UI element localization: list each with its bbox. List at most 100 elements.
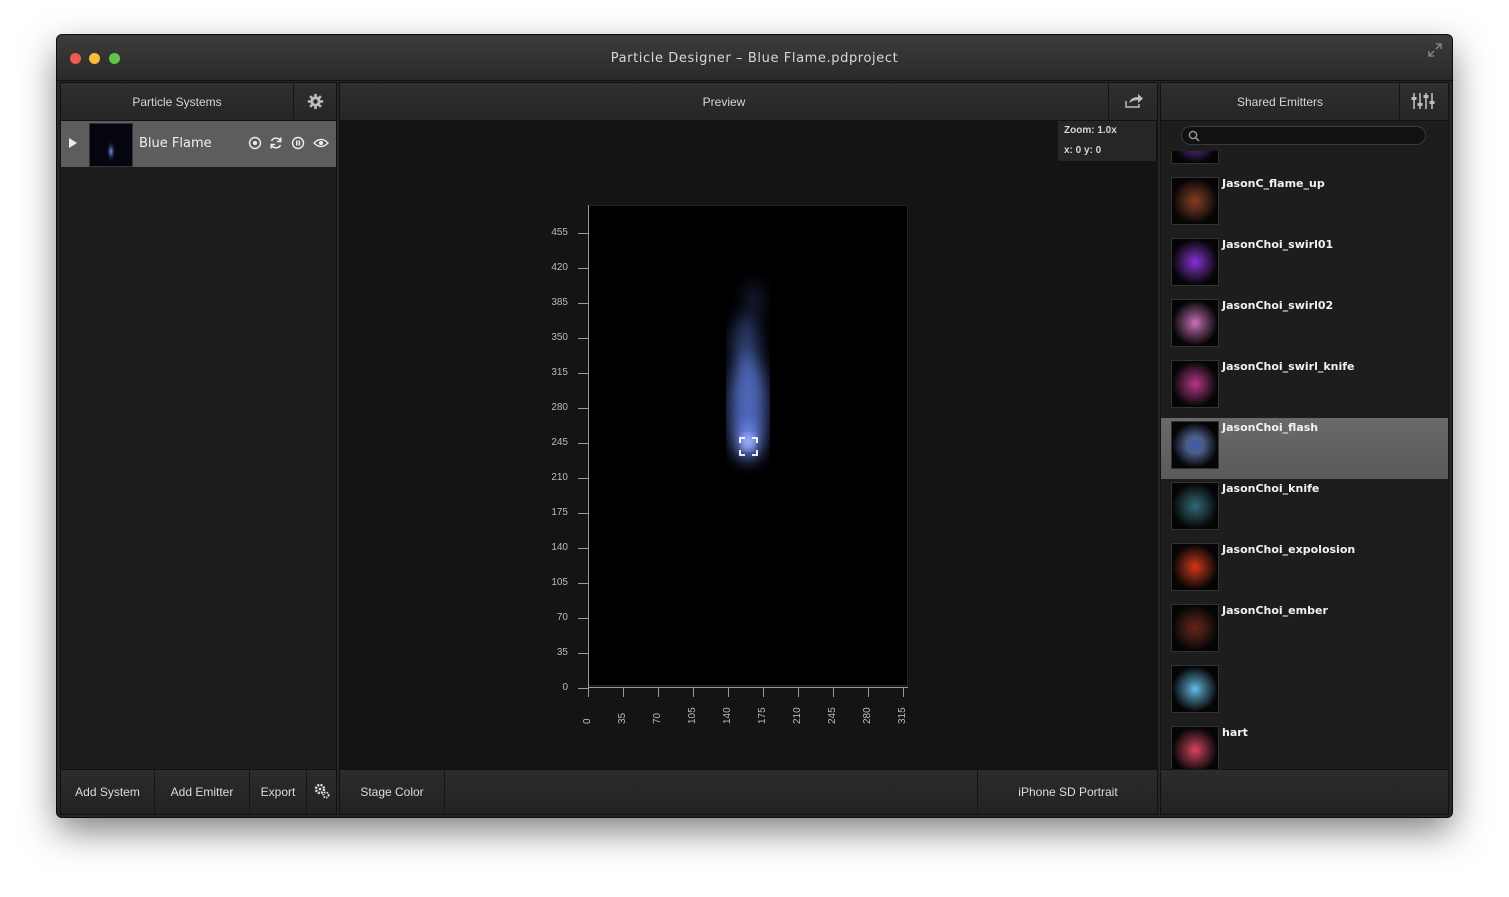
y-tick [578, 688, 588, 689]
x-tick-label: 140 [722, 707, 733, 724]
x-tick-label: 210 [792, 707, 803, 724]
x-axis-line [588, 687, 908, 688]
export-button[interactable]: Export [250, 770, 306, 814]
x-tick [728, 687, 729, 697]
emitter-item[interactable] [1161, 151, 1448, 174]
x-tick-label: 35 [617, 712, 628, 724]
emitter-thumbnail [1171, 238, 1219, 286]
search-icon [1188, 130, 1200, 142]
system-row-blue-flame[interactable]: Blue Flame [61, 121, 336, 167]
emitter-name: JasonChoi_swirl_knife [1222, 360, 1355, 373]
stage-color-button[interactable]: Stage Color [340, 770, 444, 814]
emitter-thumbnail [1171, 299, 1219, 347]
y-tick [578, 653, 588, 654]
x-tick-label: 105 [687, 707, 698, 724]
emitter-name: JasonC_flame_up [1222, 177, 1325, 190]
add-system-button[interactable]: Add System [61, 770, 154, 814]
emitter-thumbnail [1171, 726, 1219, 770]
system-thumbnail [89, 123, 133, 167]
y-tick [578, 513, 588, 514]
preview-header: Preview [340, 83, 1157, 121]
particle-systems-header: Particle Systems [61, 83, 336, 121]
share-icon[interactable] [1124, 93, 1144, 109]
window-title: Particle Designer – Blue Flame.pdproject [610, 51, 899, 66]
emitter-item[interactable]: JasonChoi_swirl_knife [1161, 357, 1448, 418]
refresh-icon[interactable] [269, 136, 283, 150]
y-tick-label: 70 [556, 612, 568, 623]
y-tick [578, 618, 588, 619]
emitter-thumbnail [1171, 482, 1219, 530]
y-tick-label: 280 [551, 402, 568, 413]
emitter-item[interactable] [1161, 662, 1448, 723]
x-tick [868, 687, 869, 697]
emitter-thumbnail [1171, 543, 1219, 591]
filter-sliders-icon[interactable] [1411, 92, 1435, 110]
particle-systems-panel: Particle Systems Blue Flame Add System A… [60, 82, 337, 815]
emitter-name: JasonChoi_flash [1222, 421, 1319, 434]
emitter-name: JasonChoi_swirl02 [1222, 299, 1334, 312]
emitter-name: JasonChoi_expolosion [1222, 543, 1356, 556]
y-tick [578, 373, 588, 374]
y-tick [578, 338, 588, 339]
x-tick [763, 687, 764, 697]
shared-emitters-header: Shared Emitters [1161, 83, 1448, 121]
pause-icon[interactable] [291, 136, 305, 150]
preview-stage[interactable] [588, 205, 908, 686]
emitter-search-input[interactable] [1181, 126, 1426, 145]
x-tick-label: 245 [827, 707, 838, 724]
shared-emitters-panel: Shared Emitters JasonC_flame_up JasonChoi… [1160, 82, 1449, 815]
y-tick-label: 315 [551, 367, 568, 378]
y-tick [578, 583, 588, 584]
preview-footer: Stage Color iPhone SD Portrait [340, 769, 1157, 814]
device-selector-button[interactable]: iPhone SD Portrait [978, 770, 1158, 814]
zoom-readout: Zoom: 1.0x x: 0 y: 0 [1058, 121, 1156, 161]
emitter-item[interactable]: JasonChoi_flash [1161, 418, 1448, 479]
add-emitter-button[interactable]: Add Emitter [155, 770, 249, 814]
expand-arrow-icon[interactable] [69, 138, 77, 148]
x-tick-label: 0 [582, 718, 593, 724]
emitter-position-handle[interactable] [739, 437, 758, 456]
y-tick-label: 210 [551, 472, 568, 483]
fullscreen-icon[interactable] [1428, 43, 1442, 57]
gear-icon[interactable] [307, 93, 324, 110]
y-tick-label: 350 [551, 332, 568, 343]
eye-icon[interactable] [313, 136, 329, 150]
y-tick-label: 35 [556, 647, 568, 658]
shared-emitters-footer [1161, 769, 1448, 814]
emitter-item[interactable]: JasonC_flame_up [1161, 174, 1448, 235]
y-tick-label: 420 [551, 262, 568, 273]
y-tick-label: 140 [551, 542, 568, 553]
x-tick-label: 175 [757, 707, 768, 724]
export-settings-icon[interactable] [314, 783, 330, 799]
y-tick-label: 175 [551, 507, 568, 518]
emitter-item[interactable]: hart [1161, 723, 1448, 770]
emitter-name: hart [1222, 726, 1248, 739]
y-tick [578, 443, 588, 444]
y-tick-label: 245 [551, 437, 568, 448]
y-tick [578, 303, 588, 304]
emitter-thumbnail [1171, 151, 1219, 164]
preview-title: Preview [702, 95, 746, 109]
target-icon[interactable] [248, 136, 262, 150]
emitter-list: JasonC_flame_up JasonChoi_swirl01 JasonCho… [1161, 151, 1448, 770]
y-tick-label: 385 [551, 297, 568, 308]
emitter-thumbnail [1171, 177, 1219, 225]
x-tick [798, 687, 799, 697]
emitter-thumbnail [1171, 604, 1219, 652]
emitter-thumbnail [1171, 360, 1219, 408]
particle-systems-footer: Add System Add Emitter Export [61, 769, 336, 814]
y-axis-line [588, 205, 589, 689]
emitter-item[interactable]: JasonChoi_swirl02 [1161, 296, 1448, 357]
emitter-thumbnail [1171, 665, 1219, 713]
emitter-item[interactable]: JasonChoi_swirl01 [1161, 235, 1448, 296]
emitter-item[interactable]: JasonChoi_knife [1161, 479, 1448, 540]
x-tick [693, 687, 694, 697]
emitter-item[interactable]: JasonChoi_ember [1161, 601, 1448, 662]
particle-systems-title: Particle Systems [132, 95, 222, 109]
emitter-item[interactable]: JasonChoi_expolosion [1161, 540, 1448, 601]
zoom-level: Zoom: 1.0x [1064, 125, 1117, 136]
x-tick [588, 687, 589, 697]
system-name: Blue Flame [139, 136, 212, 151]
y-tick-label: 105 [551, 577, 568, 588]
x-tick-label: 280 [862, 707, 873, 724]
